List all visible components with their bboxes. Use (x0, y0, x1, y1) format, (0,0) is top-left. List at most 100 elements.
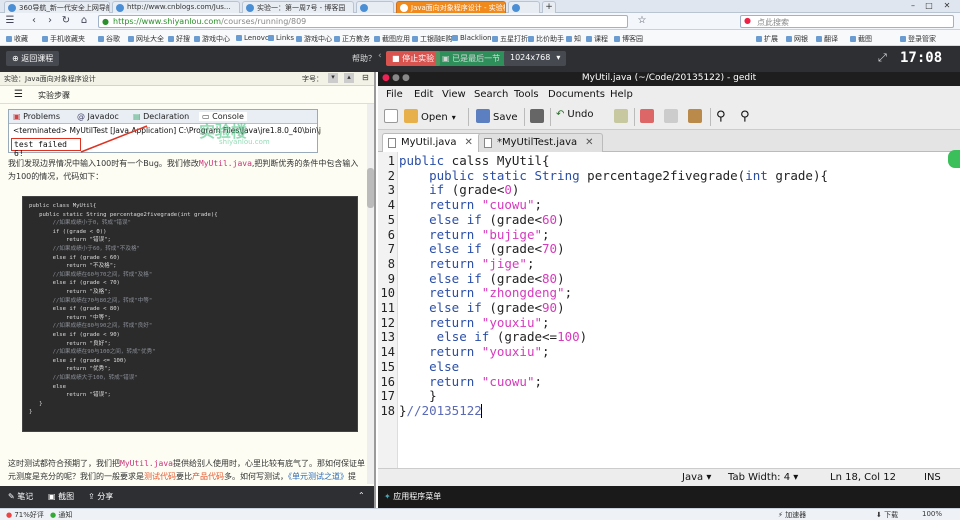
left-scrollbar[interactable] (367, 104, 374, 484)
floating-badge-icon[interactable] (948, 150, 960, 168)
open-button[interactable]: Open ▾ (404, 109, 456, 123)
screenshot-button[interactable]: ▣ 截图 (48, 491, 74, 502)
home-icon[interactable]: ⌂ (78, 15, 90, 26)
replace-button[interactable]: ⚲ (740, 109, 750, 124)
rating-indicator[interactable]: ● 71%好评 (6, 510, 44, 520)
bookmark[interactable]: 五星打折 (492, 34, 528, 44)
bookmark[interactable]: 比价助手 (528, 34, 564, 44)
netbank-menu[interactable]: 网银 (786, 34, 808, 44)
chevron-up-icon[interactable]: ⌃ (358, 491, 365, 500)
bookmark[interactable]: 工银融E购 (412, 34, 452, 44)
find-button[interactable]: ⚲ (716, 109, 726, 124)
copy-button[interactable] (664, 109, 681, 123)
bookmark[interactable]: Lenovo (236, 34, 269, 42)
notes-button[interactable]: ✎ 笔记 (8, 491, 33, 502)
book-link[interactable]: 《单元测试之道》 (288, 472, 348, 481)
at-icon: @ (77, 112, 85, 121)
browser-tab[interactable]: http://www.cnblogs.com/Jus... (112, 1, 240, 13)
expand-arrow-icon[interactable]: ‹ (378, 51, 386, 66)
bookmark[interactable]: 谷歌 (98, 34, 120, 44)
minimize-window-icon[interactable]: ● (392, 73, 400, 83)
share-button[interactable]: ⇪ 分享 (88, 491, 113, 502)
new-document-button[interactable] (384, 109, 401, 123)
bookmark[interactable]: Blacklion (452, 34, 492, 42)
steps-heading[interactable]: ☰ 实验步骤 (0, 86, 374, 104)
bookmark[interactable]: 手机收藏夹 (42, 34, 85, 44)
close-icon[interactable]: ✕ (940, 1, 954, 10)
last-section-button[interactable]: ▣ 已是最后一节 (436, 51, 507, 66)
browser-tab[interactable]: 360导航_新一代安全上网导航 (4, 1, 110, 13)
font-decrease-button[interactable]: ▾ (328, 73, 338, 83)
accelerator-button[interactable]: ⚡ 加速器 (778, 510, 806, 520)
bookmark[interactable]: 知 (566, 34, 581, 44)
tab-myutiltest[interactable]: *MyUtilTest.java ✕ (478, 133, 603, 152)
browser-tab[interactable] (508, 1, 540, 13)
bookmark[interactable]: 截图应用 (374, 34, 410, 44)
maximize-window-icon[interactable]: ● (402, 73, 410, 83)
app-menu-button[interactable]: ✦ 应用程序菜单 (384, 491, 441, 502)
maximize-icon[interactable]: □ (922, 1, 936, 10)
bookmark[interactable]: 正方教务 (334, 34, 370, 44)
collapse-icon[interactable]: ⊟ (362, 73, 369, 82)
eclipse-tab-javadoc: @ Javadoc (77, 112, 119, 121)
line-number-gutter: 1 2 3 4 5 6 7 8 9 10 11 12 13 14 15 16 17 18 (378, 152, 398, 488)
login-manager-menu[interactable]: 登录管家 (900, 34, 936, 44)
close-window-icon[interactable]: ● (382, 73, 390, 83)
browser-tab-active[interactable]: Java面向对象程序设计 - 实验楼 (396, 1, 506, 13)
bookmark[interactable]: 游戏中心 (296, 34, 332, 44)
bookmark[interactable]: Links (268, 34, 294, 42)
new-tab-button[interactable]: + (542, 1, 556, 13)
translate-menu[interactable]: 翻译 (816, 34, 838, 44)
bookmark[interactable]: 游戏中心 (194, 34, 230, 44)
font-increase-button[interactable]: ▴ (344, 73, 354, 83)
forward-arrow-icon[interactable]: › (44, 15, 56, 26)
bookmark[interactable]: 课程 (586, 34, 608, 44)
close-tab-icon[interactable]: ✕ (464, 137, 472, 148)
back-arrow-icon[interactable]: ‹ (28, 15, 40, 26)
search-input[interactable]: ● 点此搜索 (740, 15, 954, 28)
code-editor[interactable]: 1 2 3 4 5 6 7 8 9 10 11 12 13 14 15 16 17 18 public calss… (378, 152, 960, 488)
zoom-level[interactable]: 100% (922, 510, 942, 518)
menu-tools[interactable]: Tools (514, 89, 539, 100)
extensions-menu[interactable]: 扩展 (756, 34, 778, 44)
menu-search[interactable]: Search (474, 89, 508, 100)
left-bottom-bar: ✎ 笔记 ▣ 截图 ⇪ 分享 ⌃ (0, 486, 374, 508)
save-button[interactable]: Save (476, 109, 518, 123)
screenshot-menu[interactable]: 截图 (850, 34, 872, 44)
bookmark[interactable]: 博客园 (614, 34, 643, 44)
fullscreen-icon[interactable]: ⤢ (872, 49, 893, 64)
tab-width-select[interactable]: Tab Width: 4 ▾ (728, 472, 798, 483)
menu-edit[interactable]: Edit (414, 89, 433, 100)
tab-myutil[interactable]: MyUtil.java ✕ (382, 133, 482, 152)
address-bar[interactable]: ● https://www.shiyanlou.com/courses/runn… (98, 15, 628, 28)
download-button[interactable]: ⬇ 下载 (876, 510, 898, 520)
stop-lab-button[interactable]: ■ 停止实验 (386, 51, 441, 66)
print-button[interactable] (530, 109, 547, 123)
menu-help[interactable]: Help (610, 89, 633, 100)
cut-button[interactable] (640, 109, 657, 123)
line-number: 10 (380, 286, 395, 301)
bookmark[interactable]: 好搜 (168, 34, 190, 44)
star-icon[interactable]: ☆ (636, 15, 648, 26)
bookmark[interactable]: 网址大全 (128, 34, 164, 44)
menu-file[interactable]: File (386, 89, 403, 100)
reload-icon[interactable]: ↻ (60, 15, 72, 26)
menu-documents[interactable]: Documents (548, 89, 605, 100)
menu-view[interactable]: View (442, 89, 466, 100)
notice-indicator[interactable]: ● 通知 (50, 510, 72, 520)
left-scrollbar-thumb[interactable] (367, 168, 374, 208)
bookmark[interactable]: 收藏 (6, 34, 28, 44)
browser-tab[interactable]: 实验一：第一周7号 - 博客园 (242, 1, 354, 13)
back-to-course-button[interactable]: ⊕ 返回课程 (6, 51, 60, 66)
resolution-select[interactable]: 1024x768 ▾ (504, 51, 566, 66)
browser-tab[interactable] (356, 1, 394, 13)
redo-button[interactable] (614, 109, 631, 123)
undo-button[interactable]: ↶ Undo (556, 109, 594, 120)
paste-button[interactable] (688, 109, 705, 123)
language-select[interactable]: Java ▾ (682, 472, 711, 483)
menu-icon[interactable]: ☰ (4, 15, 16, 26)
minimize-icon[interactable]: – (906, 1, 920, 10)
code-line: else if (grade<=100) (436, 329, 588, 345)
help-button[interactable]: 帮助？ (346, 51, 382, 66)
close-tab-icon[interactable]: ✕ (585, 137, 593, 148)
